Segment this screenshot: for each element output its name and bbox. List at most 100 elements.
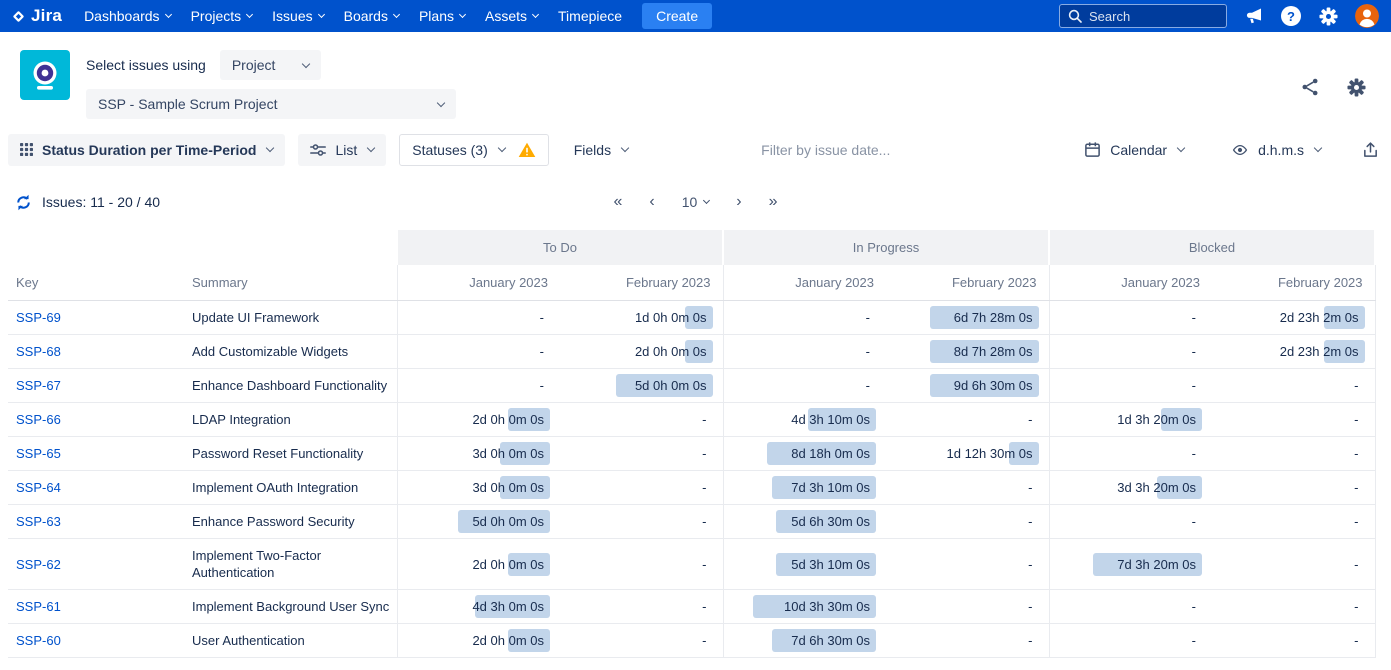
first-page-button[interactable]: «	[613, 194, 622, 210]
duration-value: 2d 0h 0m 0s	[472, 557, 544, 572]
issue-key-link[interactable]: SSP-69	[16, 310, 61, 325]
duration-value: -	[1028, 514, 1032, 529]
issue-key-link[interactable]: SSP-64	[16, 480, 61, 495]
issue-key-link[interactable]: SSP-61	[16, 599, 61, 614]
project-select[interactable]: SSP - Sample Scrum Project	[86, 89, 456, 119]
duration-cell: 2d 0h 0m 0s	[397, 539, 560, 590]
issue-key-cell: SSP-62	[8, 539, 190, 590]
duration-cell: 5d 0h 0m 0s	[560, 369, 723, 403]
nav-item-assets[interactable]: Assets	[475, 0, 548, 32]
table-row: SSP-66LDAP Integration2d 0h 0m 0s-4d 3h …	[8, 403, 1375, 437]
chevron-down-icon	[246, 11, 253, 18]
duration-cell: -	[886, 403, 1049, 437]
table-row: SSP-69Update UI Framework-1d 0h 0m 0s-6d…	[8, 301, 1375, 335]
calendar-select[interactable]: Calendar	[1072, 133, 1196, 166]
duration-cell: -	[886, 539, 1049, 590]
issue-key-link[interactable]: SSP-68	[16, 344, 61, 359]
duration-cell: 4d 3h 0m 0s	[397, 590, 560, 624]
summary-column-header[interactable]: Summary	[190, 265, 397, 301]
issue-key-link[interactable]: SSP-67	[16, 378, 61, 393]
duration-value: -	[540, 344, 544, 359]
month-column-header[interactable]: January 2023	[397, 265, 560, 301]
duration-value: 6d 7h 28m 0s	[954, 310, 1033, 325]
month-column-header[interactable]: February 2023	[1212, 265, 1375, 301]
issue-key-link[interactable]: SSP-60	[16, 633, 61, 648]
duration-cell: 9d 6h 30m 0s	[886, 369, 1049, 403]
view-select[interactable]: List	[298, 134, 386, 166]
duration-value: 1d 3h 20m 0s	[1117, 412, 1196, 427]
report-settings-gear-icon[interactable]	[1345, 76, 1367, 98]
grid-icon	[20, 143, 33, 156]
duration-cell: 5d 0h 0m 0s	[397, 505, 560, 539]
duration-value: 9d 6h 30m 0s	[954, 378, 1033, 393]
month-column-header[interactable]: January 2023	[1049, 265, 1212, 301]
issue-key-link[interactable]: SSP-66	[16, 412, 61, 427]
settings-gear-icon[interactable]	[1317, 5, 1339, 27]
duration-cell: -	[886, 471, 1049, 505]
issue-summary: Implement Background User Sync	[190, 590, 397, 624]
duration-cell: -	[1049, 624, 1212, 658]
share-icon[interactable]	[1299, 76, 1321, 98]
chevron-down-icon	[165, 11, 172, 18]
duration-cell: -	[886, 505, 1049, 539]
duration-value: -	[866, 378, 870, 393]
issue-date-filter-input[interactable]	[761, 142, 951, 158]
issue-key-cell: SSP-61	[8, 590, 190, 624]
duration-value: 2d 23h 2m 0s	[1280, 344, 1359, 359]
duration-value: 4d 3h 10m 0s	[791, 412, 870, 427]
chevron-down-icon	[621, 144, 629, 152]
nav-item-plans[interactable]: Plans	[409, 0, 475, 32]
table-row: SSP-63Enhance Password Security5d 0h 0m …	[8, 505, 1375, 539]
prev-page-button[interactable]: ‹	[649, 194, 654, 210]
nav-item-dashboards[interactable]: Dashboards	[74, 0, 181, 32]
duration-cell: 3d 0h 0m 0s	[397, 437, 560, 471]
duration-cell: 10d 3h 30m 0s	[723, 590, 886, 624]
duration-value: 10d 3h 30m 0s	[784, 599, 870, 614]
nav-item-projects[interactable]: Projects	[181, 0, 263, 32]
chevron-down-icon	[532, 11, 539, 18]
issue-source-select[interactable]: Project	[220, 50, 322, 80]
nav-item-issues[interactable]: Issues	[262, 0, 333, 32]
announcement-megaphone-icon[interactable]	[1243, 5, 1265, 27]
pagination-row: Issues: 11 - 20 / 40 « ‹ 10 › »	[0, 188, 1391, 216]
month-column-header[interactable]: February 2023	[560, 265, 723, 301]
user-avatar[interactable]	[1355, 4, 1379, 28]
duration-value: 3d 3h 20m 0s	[1117, 480, 1196, 495]
duration-cell: -	[1212, 471, 1375, 505]
nav-item-boards[interactable]: Boards	[334, 0, 409, 32]
key-column-header[interactable]: Key	[8, 265, 190, 301]
page-size-select[interactable]: 10	[682, 194, 710, 210]
create-button[interactable]: Create	[642, 3, 712, 29]
duration-cell: -	[560, 437, 723, 471]
issue-summary: Password Reset Functionality	[190, 437, 397, 471]
duration-format-select[interactable]: d.h.m.s	[1219, 134, 1333, 166]
last-page-button[interactable]: »	[769, 194, 778, 210]
issue-key-link[interactable]: SSP-62	[16, 557, 61, 572]
refresh-icon[interactable]	[14, 193, 33, 212]
report-type-select[interactable]: Status Duration per Time-Period	[8, 134, 285, 166]
jira-logo-text: Jira	[31, 6, 62, 26]
duration-cell: -	[723, 369, 886, 403]
global-search[interactable]	[1059, 4, 1227, 28]
issue-key-link[interactable]: SSP-65	[16, 446, 61, 461]
jira-logo-icon	[10, 8, 27, 25]
duration-value: 5d 0h 0m 0s	[472, 514, 544, 529]
duration-cell: 1d 0h 0m 0s	[560, 301, 723, 335]
search-input[interactable]	[1089, 9, 1209, 24]
next-page-button[interactable]: ›	[736, 194, 741, 210]
chevron-down-icon	[318, 11, 325, 18]
duration-value: -	[1028, 557, 1032, 572]
chevron-down-icon	[437, 98, 445, 106]
export-icon[interactable]	[1357, 137, 1383, 163]
statuses-select[interactable]: Statuses (3)	[399, 134, 548, 166]
month-column-header[interactable]: February 2023	[886, 265, 1049, 301]
jira-logo[interactable]: Jira	[10, 6, 62, 26]
fields-select[interactable]: Fields	[562, 134, 640, 166]
nav-item-timepiece[interactable]: Timepiece	[548, 0, 632, 32]
duration-value: -	[1354, 599, 1358, 614]
calendar-icon	[1084, 141, 1101, 158]
column-header-row: Key Summary January 2023 February 2023 J…	[8, 265, 1375, 301]
issue-key-link[interactable]: SSP-63	[16, 514, 61, 529]
month-column-header[interactable]: January 2023	[723, 265, 886, 301]
help-icon[interactable]: ?	[1281, 6, 1301, 26]
